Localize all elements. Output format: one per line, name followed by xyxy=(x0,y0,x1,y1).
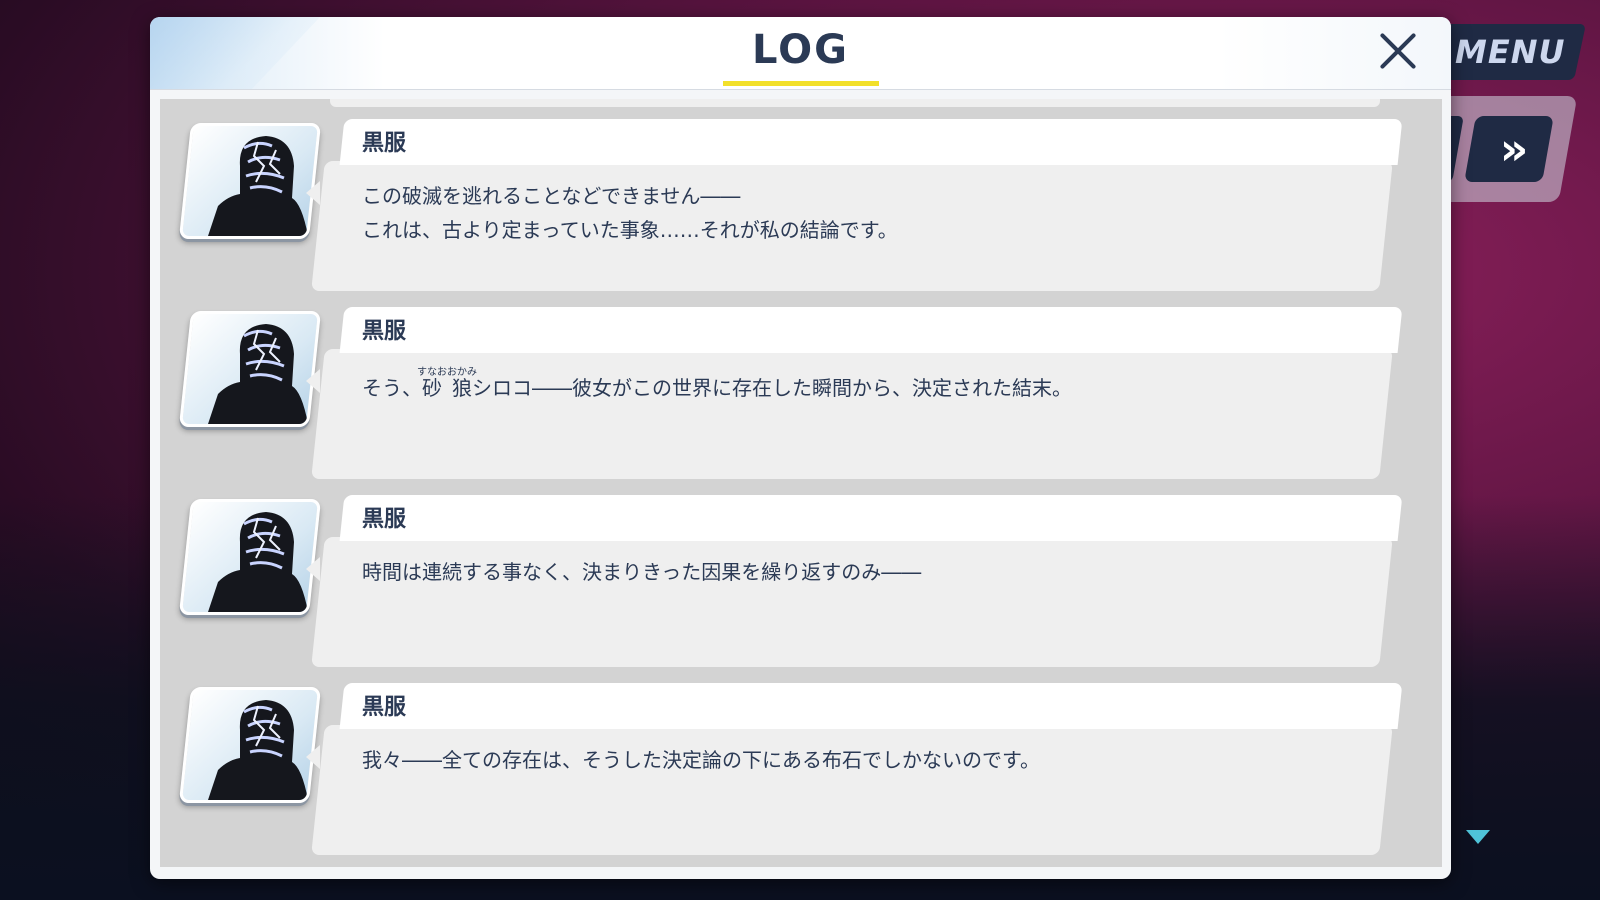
log-header: LOG xyxy=(150,17,1451,90)
dialogue-bubble: 黒服 そう、砂狼すなおおかみシロコ――彼女がこの世界に存在した瞬間から、決定され… xyxy=(306,307,1403,479)
log-list[interactable]: 黒服 この破滅を逃れることなどできません―― これは、古より定まっていた事象……… xyxy=(160,99,1442,867)
speaker-bar xyxy=(339,119,1403,165)
speaker-avatar xyxy=(178,499,322,615)
game-screen: MENU » LOG 黒服 この破滅を逃れることなどできません―― これは、古よ… xyxy=(0,0,1600,900)
furigana-word: 砂狼すなおおかみ xyxy=(417,367,477,400)
title-underline xyxy=(723,81,879,86)
log-entry: 黒服 時間は連続する事なく、決まりきった因果を繰り返すのみ―― xyxy=(160,495,1442,673)
log-entry: 黒服 そう、砂狼すなおおかみシロコ――彼女がこの世界に存在した瞬間から、決定され… xyxy=(160,307,1442,485)
ruby-base: 砂狼 xyxy=(417,376,477,400)
speaker-avatar xyxy=(178,687,322,803)
avatar-silhouette-icon xyxy=(208,324,308,424)
dialogue-text: 時間は連続する事なく、決まりきった因果を繰り返すのみ―― xyxy=(362,555,1362,589)
log-window: LOG 黒服 この破滅を逃れることなどできません―― これは、古より定まっていた… xyxy=(150,17,1451,879)
speaker-bar xyxy=(339,307,1403,353)
dialogue-line: 我々――全ての存在は、そうした決定論の下にある布石でしかないのです。 xyxy=(362,748,1040,772)
speaker-bar xyxy=(339,495,1403,541)
speaker-avatar xyxy=(178,123,322,239)
dialogue-line: そう、砂狼すなおおかみシロコ――彼女がこの世界に存在した瞬間から、決定された結末… xyxy=(362,367,1362,405)
dialogue-bubble: 黒服 この破滅を逃れることなどできません―― これは、古より定まっていた事象……… xyxy=(306,119,1403,291)
dialogue-bubble: 黒服 我々――全ての存在は、そうした決定論の下にある布石でしかないのです。 xyxy=(306,683,1403,855)
log-entry: 黒服 我々――全ての存在は、そうした決定論の下にある布石でしかないのです。 xyxy=(160,683,1442,861)
menu-button[interactable]: MENU xyxy=(1434,24,1586,80)
previous-entry-edge xyxy=(330,99,1380,107)
dialogue-line: 時間は連続する事なく、決まりきった因果を繰り返すのみ―― xyxy=(362,560,922,584)
close-button[interactable] xyxy=(1376,29,1420,73)
dialogue-line: これは、古より定まっていた事象……それが私の結論です。 xyxy=(362,218,898,242)
ruby-reading: すなおおかみ xyxy=(417,367,477,378)
log-entry: 黒服 この破滅を逃れることなどできません―― これは、古より定まっていた事象……… xyxy=(160,119,1442,297)
dialogue-text: この破滅を逃れることなどできません―― これは、古より定まっていた事象……それが… xyxy=(362,179,1362,247)
dialogue-line: この破滅を逃れることなどできません―― xyxy=(362,184,741,208)
bubble-tail xyxy=(306,369,320,393)
speaker-name: 黒服 xyxy=(362,695,407,720)
speaker-name: 黒服 xyxy=(362,319,407,344)
avatar-silhouette-icon xyxy=(208,512,308,612)
menu-button-label: MENU xyxy=(1454,33,1566,71)
log-title: LOG xyxy=(752,27,849,73)
bubble-tail xyxy=(306,745,320,769)
dialogue-segment: シロコ――彼女がこの世界に存在した瞬間から、決定された結末。 xyxy=(472,376,1072,400)
avatar-silhouette-icon xyxy=(208,700,308,800)
speaker-name: 黒服 xyxy=(362,131,407,156)
avatar-silhouette-icon xyxy=(208,136,308,236)
speaker-avatar xyxy=(178,311,322,427)
dialogue-bubble: 黒服 時間は連続する事なく、決まりきった因果を繰り返すのみ―― xyxy=(306,495,1403,667)
dialogue-text: 我々――全ての存在は、そうした決定論の下にある布石でしかないのです。 xyxy=(362,743,1362,777)
dialogue-segment: そう、 xyxy=(362,376,422,400)
scroll-down-arrow-icon[interactable] xyxy=(1466,830,1490,844)
speaker-name: 黒服 xyxy=(362,507,407,532)
speaker-bar xyxy=(339,683,1403,729)
fast-forward-button[interactable]: » xyxy=(1464,116,1554,182)
bubble-tail xyxy=(306,181,320,205)
dialogue-text: そう、砂狼すなおおかみシロコ――彼女がこの世界に存在した瞬間から、決定された結末… xyxy=(362,367,1362,405)
bubble-tail xyxy=(306,557,320,581)
fast-forward-icon: » xyxy=(1499,123,1519,175)
